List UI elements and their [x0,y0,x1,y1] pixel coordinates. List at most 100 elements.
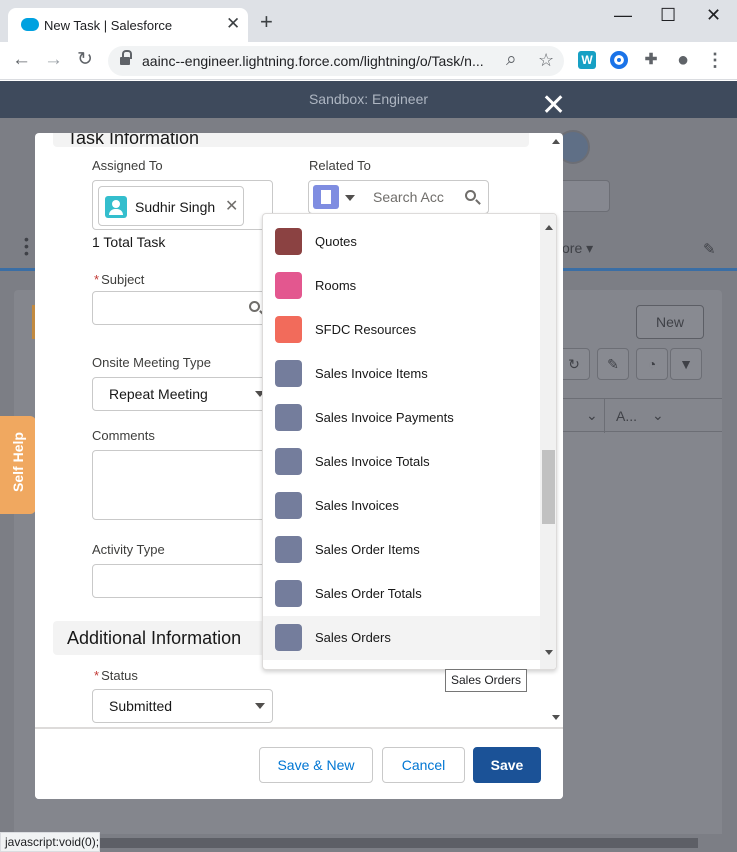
dropdown-item[interactable]: Sales Invoice Items [263,352,541,396]
bookmark-star-icon[interactable]: ☆ [538,50,554,70]
address-bar[interactable]: aainc--engineer.lightning.force.com/ligh… [108,46,564,76]
scroll-up-arrow[interactable] [545,225,553,230]
chevron-down-icon: ⌄ [586,407,598,423]
minimize-icon[interactable]: — [614,4,632,26]
modal-footer: Save & New Cancel Save [35,727,563,799]
assigned-user-pill[interactable]: Sudhir Singh ✕ [98,186,244,226]
dropdown-item[interactable]: Sales Invoice Payments [263,396,541,440]
self-help-tab[interactable]: Self Help [0,416,36,514]
user-icon [105,196,127,218]
status-label: * Status [94,668,138,683]
circle-extension-icon[interactable] [610,51,628,69]
list-column-headers: ⌄ A... ⌄ [560,398,722,433]
activity-type-label: Activity Type [92,542,165,557]
dropdown-item[interactable]: Sales Invoice Totals [263,440,541,484]
chrome-menu-icon[interactable]: ⋮ [706,51,724,69]
subject-input[interactable] [92,291,273,325]
more-nav-label: ore ▾ [562,240,594,256]
custom-object-icon [275,404,302,431]
total-task-count: 1 Total Task [92,234,166,250]
reload-icon[interactable]: ↻ [77,48,93,72]
dropdown-item-label: Sales Invoice Payments [315,410,454,425]
object-type-dropdown: Quotes Rooms SFDC Resources Sales Invoice I… [262,213,557,670]
chart-icon: ◔ [636,348,668,380]
cancel-button[interactable]: Cancel [382,747,465,783]
custom-object-icon [275,448,302,475]
search-icon [249,301,260,312]
dropdown-item[interactable]: SFDC Resources [263,308,541,352]
dropdown-item[interactable]: Sales Order Totals [263,572,541,616]
dropdown-item[interactable]: Sales Orders [263,616,541,660]
tab-close-icon[interactable]: ✕ [226,14,240,34]
dropdown-item-label: Sales Order Items [315,542,420,557]
maximize-icon[interactable]: ☐ [660,4,676,26]
save-and-new-button[interactable]: Save & New [259,747,373,783]
modal-close-icon[interactable]: ✕ [541,91,566,121]
dropdown-scrollbar[interactable] [540,214,556,669]
scroll-thumb[interactable] [542,450,555,524]
subject-label: * Subject [94,272,145,287]
building-icon [275,272,302,299]
scroll-up-arrow[interactable] [552,139,560,144]
status-bar: javascript:void(0); [0,832,100,852]
puzzle-extensions-icon[interactable]: ✚ [642,51,660,69]
background-new-button: New [636,305,704,339]
column-divider [604,399,605,433]
dropdown-item-label: Quotes [315,234,357,249]
zoom-icon[interactable]: ⌕ [506,50,517,70]
related-to-search-input[interactable]: Search Acc [373,189,453,205]
onsite-meeting-type-value: Repeat Meeting [109,386,208,402]
scroll-down-arrow[interactable] [545,650,553,655]
tooltip: Sales Orders [445,669,527,692]
browser-toolbar: ← → ↻ aainc--engineer.lightning.force.co… [0,42,737,80]
onsite-meeting-type-select[interactable]: Repeat Meeting [92,377,273,411]
forward-arrow-icon[interactable]: → [44,48,63,72]
custom-object-icon [275,492,302,519]
lock-icon[interactable] [120,50,132,66]
url-text[interactable]: aainc--engineer.lightning.force.com/ligh… [142,53,484,69]
dropdown-item[interactable]: Rooms [263,264,541,308]
remove-user-icon[interactable]: ✕ [225,196,238,216]
dropdown-item-label: Rooms [315,278,357,293]
dropdown-item-label: Sales Invoice Totals [315,454,430,469]
onsite-meeting-type-label: Onsite Meeting Type [92,355,211,370]
related-to-label: Related To [309,158,371,173]
filter-icon: ▼ [670,348,702,380]
back-arrow-icon[interactable]: ← [12,48,31,72]
edit-nav-icon: ✎ [703,241,716,258]
save-button[interactable]: Save [473,747,541,783]
chevron-down-icon [255,703,265,709]
dropdown-item-label: Sales Orders [315,630,391,645]
new-tab-button[interactable]: + [260,11,273,33]
custom-object-icon [275,536,302,563]
chevron-down-icon[interactable] [345,195,355,201]
scroll-down-arrow[interactable] [552,715,560,720]
task-information-header[interactable]: Task Information [53,133,529,148]
dropdown-item[interactable]: Sales Order Items [263,528,541,572]
status-value: Submitted [109,698,173,714]
assigned-to-field[interactable]: Sudhir Singh ✕ [92,180,273,230]
activity-type-input[interactable] [92,564,273,598]
w-extension-icon[interactable]: W [578,51,596,69]
salesforce-cloud-icon [21,18,39,31]
dropdown-item[interactable]: Quotes [263,220,541,264]
browser-tab[interactable]: New Task | Salesforce ✕ [8,8,248,42]
edit-icon: ✎ [597,348,629,380]
status-select[interactable]: Submitted [92,689,273,723]
dropdown-item-label: Sales Order Totals [315,586,422,601]
sandbox-label: Sandbox: Engineer [308,91,429,107]
dropdown-item[interactable]: Sales Invoices [263,484,541,528]
window-close-icon[interactable]: ✕ [706,4,721,26]
custom-object-icon [275,624,302,651]
self-help-label: Self Help [10,432,26,492]
dropdown-item-label: Sales Invoice Items [315,366,428,381]
app-launcher-icon: • • • [24,231,29,261]
custom-object-icon [275,580,302,607]
comments-label: Comments [92,428,155,443]
account-icon[interactable]: ● [674,50,692,70]
building-object-icon[interactable] [313,185,339,209]
comments-textarea[interactable] [92,450,273,520]
column-a-header: A... [616,408,638,424]
cart-icon [275,228,302,255]
related-to-field[interactable]: Search Acc [308,180,489,214]
